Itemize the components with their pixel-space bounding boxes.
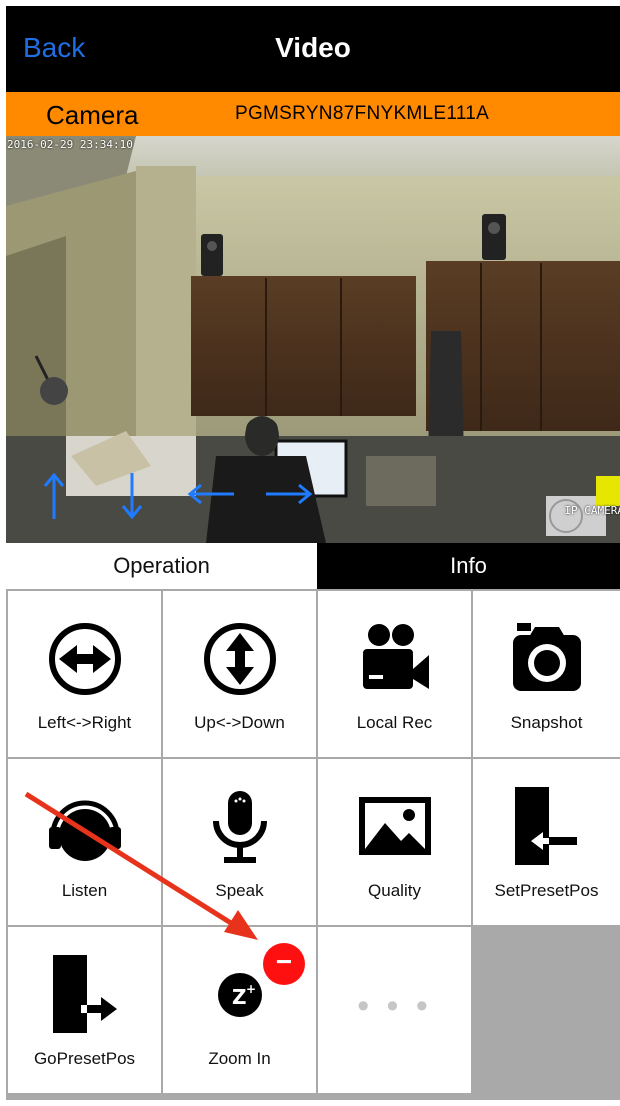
- pan-right-arrow-icon[interactable]: [264, 481, 316, 507]
- speak-label: Speak: [215, 881, 264, 900]
- tab-operation[interactable]: Operation: [6, 543, 317, 589]
- left-right-button[interactable]: Left<->Right: [8, 591, 161, 757]
- up-down-button[interactable]: Up<->Down: [163, 591, 316, 757]
- listen-label: Listen: [61, 881, 108, 900]
- more-icon: • • •: [357, 987, 432, 1025]
- snapshot-button[interactable]: Snapshot: [473, 591, 620, 757]
- left-right-icon: [8, 619, 161, 699]
- set-preset-pos-label: SetPresetPos: [494, 881, 599, 900]
- quality-button[interactable]: Quality: [318, 759, 471, 925]
- go-preset-pos-button[interactable]: GoPresetPos: [8, 927, 161, 1093]
- up-down-label: Up<->Down: [194, 713, 285, 732]
- camera-bar: Camera PGMSRYN87FNYKMLE111A: [6, 92, 620, 136]
- zoom-in-button[interactable]: Z + − Zoom In: [163, 927, 316, 1093]
- set-preset-pos-button[interactable]: SetPresetPos: [473, 759, 620, 925]
- set-preset-icon: [473, 787, 620, 867]
- nav-bar: Back Video: [6, 6, 620, 92]
- page-title: Video: [275, 32, 351, 63]
- zoom-minus-badge[interactable]: −: [263, 943, 305, 985]
- pan-down-arrow-icon[interactable]: [119, 471, 145, 521]
- left-right-label: Left<->Right: [37, 713, 132, 732]
- operation-grid: Left<->Right Up<->Down Local Rec Snapsho…: [6, 589, 620, 1100]
- zoom-glyph: Z: [232, 985, 247, 1009]
- more-button[interactable]: • • •: [318, 927, 471, 1093]
- image-icon: [318, 787, 471, 867]
- speak-button[interactable]: Speak: [163, 759, 316, 925]
- microphone-icon: [163, 787, 316, 867]
- snapshot-label: Snapshot: [510, 713, 583, 732]
- camera-icon: [473, 619, 620, 699]
- quality-label: Quality: [368, 881, 421, 900]
- tab-info[interactable]: Info: [317, 543, 620, 589]
- go-preset-icon: [8, 955, 161, 1035]
- zoom-sup: +: [246, 982, 256, 996]
- camera-watermark: IP CAMERA: [564, 504, 620, 517]
- local-rec-button[interactable]: Local Rec: [318, 591, 471, 757]
- zoom-in-label: Zoom In: [208, 1049, 271, 1068]
- headphones-icon: [8, 787, 161, 867]
- camera-label: Camera: [46, 100, 139, 130]
- tab-bar: Operation Info: [6, 543, 620, 589]
- camera-id: PGMSRYN87FNYKMLE111A: [235, 103, 490, 124]
- video-camera-icon: [318, 619, 471, 699]
- pan-left-arrow-icon[interactable]: [186, 481, 238, 507]
- video-timestamp: 2016-02-29 23:34:10: [7, 138, 133, 151]
- app-screen: Back Video Camera PGMSRYN87FNYKMLE111A 2…: [6, 6, 620, 1100]
- up-down-icon: [163, 619, 316, 699]
- video-feed[interactable]: 2016-02-29 23:34:10 IP CAMERA: [6, 136, 620, 543]
- pan-up-arrow-icon[interactable]: [41, 471, 67, 521]
- local-rec-label: Local Rec: [356, 713, 433, 732]
- listen-button[interactable]: Listen: [8, 759, 161, 925]
- go-preset-pos-label: GoPresetPos: [33, 1049, 136, 1068]
